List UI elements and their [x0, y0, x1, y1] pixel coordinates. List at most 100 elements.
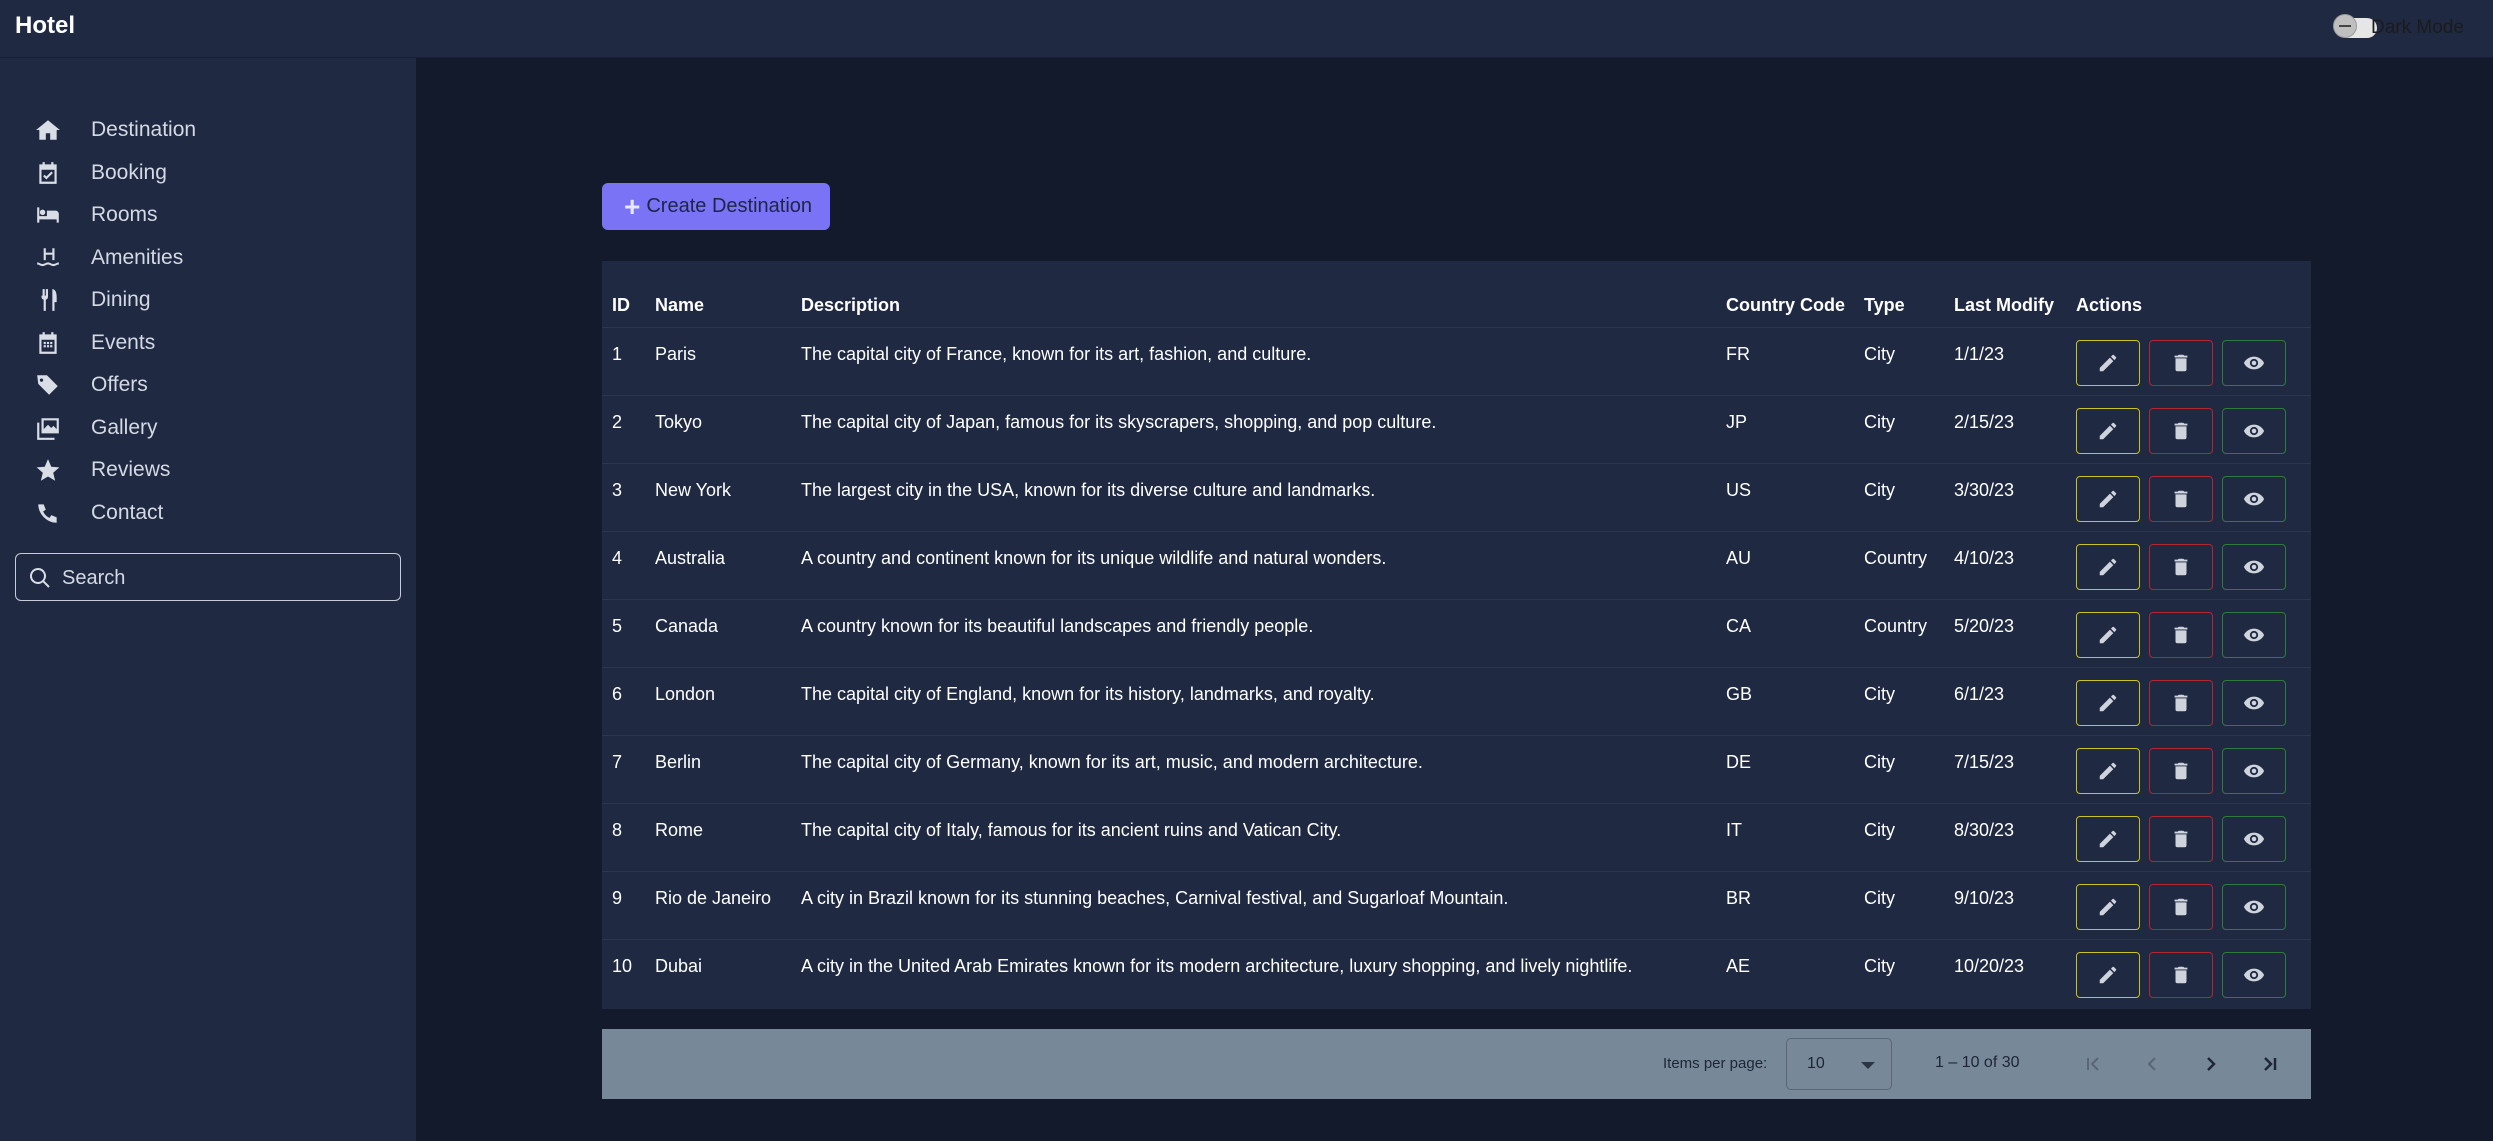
toggle-knob[interactable] — [2333, 14, 2357, 38]
sidebar-item-booking[interactable]: Booking — [0, 152, 416, 194]
cell-country-code: FR — [1726, 344, 1750, 364]
edit-button[interactable] — [2076, 340, 2140, 386]
page-range-label: 1 – 10 of 30 — [1935, 1054, 2020, 1071]
bed-icon — [34, 201, 62, 229]
sidebar-item-amenities[interactable]: Amenities — [0, 237, 416, 279]
cell-id: 1 — [612, 344, 623, 364]
table-row: 7 Berlin The capital city of Germany, know… — [602, 735, 2311, 803]
search-input[interactable] — [62, 564, 382, 592]
next-page-button[interactable] — [2191, 1044, 2231, 1084]
edit-button[interactable] — [2076, 884, 2140, 930]
sidebar-item-offers[interactable]: Offers — [0, 364, 416, 406]
column-header-id: ID — [612, 295, 630, 315]
view-button[interactable] — [2222, 408, 2286, 454]
home-icon — [34, 116, 62, 144]
edit-button[interactable] — [2076, 748, 2140, 794]
dark-mode-label: Dark Mode — [2371, 17, 2464, 38]
cell-type: Country — [1864, 548, 1928, 568]
sidebar: Destination Booking Rooms Amenities Dini… — [0, 58, 416, 1141]
eye-icon — [2243, 628, 2265, 642]
cell-name: Rio de Janeiro — [655, 888, 772, 908]
cell-last-modify: 7/15/23 — [1954, 752, 2015, 772]
view-button[interactable] — [2222, 952, 2286, 998]
cell-name: Dubai — [655, 956, 703, 976]
delete-button[interactable] — [2149, 748, 2213, 794]
edit-button[interactable] — [2076, 816, 2140, 862]
cell-country-code: US — [1726, 480, 1752, 500]
previous-page-button[interactable] — [2132, 1044, 2172, 1084]
delete-button[interactable] — [2149, 680, 2213, 726]
delete-button[interactable] — [2149, 408, 2213, 454]
eye-icon — [2243, 968, 2265, 982]
cell-type: Country — [1864, 616, 1928, 636]
table-row: 2 Tokyo The capital city of Japan, famous … — [602, 395, 2311, 463]
trash-icon — [2174, 490, 2188, 508]
view-button[interactable] — [2222, 748, 2286, 794]
view-button[interactable] — [2222, 544, 2286, 590]
edit-button[interactable] — [2076, 952, 2140, 998]
sidebar-item-reviews[interactable]: Reviews — [0, 449, 416, 491]
view-button[interactable] — [2222, 476, 2286, 522]
paginator: Items per page: 10 1 – 10 of 30 — [602, 1029, 2311, 1099]
first-page-button[interactable] — [2073, 1044, 2113, 1084]
cell-last-modify: 4/10/23 — [1954, 548, 2015, 568]
edit-button[interactable] — [2076, 680, 2140, 726]
cell-last-modify: 2/15/23 — [1954, 412, 2015, 432]
eye-icon — [2243, 832, 2265, 846]
view-button[interactable] — [2222, 884, 2286, 930]
sidebar-item-events[interactable]: Events — [0, 322, 416, 364]
sidebar-item-contact[interactable]: Contact — [0, 492, 416, 534]
edit-button[interactable] — [2076, 612, 2140, 658]
search-box[interactable] — [15, 553, 401, 601]
cell-id: 7 — [612, 752, 623, 772]
cell-description: The capital city of France, known for it… — [801, 344, 1312, 364]
delete-button[interactable] — [2149, 816, 2213, 862]
cell-name: Paris — [655, 344, 697, 364]
top-bar: Hotel Dark Mode — [0, 0, 2493, 58]
delete-button[interactable] — [2149, 952, 2213, 998]
trash-icon — [2174, 762, 2188, 780]
items-per-page-select[interactable]: 10 — [1786, 1038, 1892, 1090]
eye-icon — [2243, 356, 2265, 370]
destinations-table: ID Name Description Country Code Type La… — [602, 261, 2311, 1009]
delete-button[interactable] — [2149, 476, 2213, 522]
delete-button[interactable] — [2149, 884, 2213, 930]
delete-button[interactable] — [2149, 544, 2213, 590]
cell-country-code: JP — [1726, 412, 1748, 432]
cell-id: 4 — [612, 548, 623, 568]
items-per-page-label: Items per page: — [1663, 1055, 1768, 1072]
sidebar-item-destination[interactable]: Destination — [0, 109, 416, 151]
cell-last-modify: 10/20/23 — [1954, 956, 2025, 976]
cell-description: A city in the United Arab Emirates known… — [801, 956, 1633, 976]
delete-button[interactable] — [2149, 612, 2213, 658]
sidebar-item-rooms[interactable]: Rooms — [0, 194, 416, 236]
cell-id: 8 — [612, 820, 623, 840]
app-title: Hotel — [15, 12, 75, 39]
pencil-icon — [2099, 422, 2117, 440]
eye-icon — [2243, 696, 2265, 710]
edit-button[interactable] — [2076, 476, 2140, 522]
cell-last-modify: 6/1/23 — [1954, 684, 2005, 704]
last-page-button[interactable] — [2250, 1044, 2290, 1084]
create-destination-button[interactable]: + Create Destination — [602, 183, 830, 230]
cell-type: City — [1864, 752, 1895, 772]
edit-button[interactable] — [2076, 544, 2140, 590]
cell-id: 10 — [612, 956, 633, 976]
sidebar-item-dining[interactable]: Dining — [0, 279, 416, 321]
view-button[interactable] — [2222, 340, 2286, 386]
delete-button[interactable] — [2149, 340, 2213, 386]
pencil-icon — [2099, 490, 2117, 508]
cell-country-code: IT — [1726, 820, 1742, 840]
column-header-type: Type — [1864, 295, 1905, 315]
sidebar-item-gallery[interactable]: Gallery — [0, 407, 416, 449]
eye-icon — [2243, 560, 2265, 574]
tags-icon — [34, 371, 62, 399]
dark-mode-toggle[interactable]: Dark Mode — [2333, 14, 2493, 42]
view-button[interactable] — [2222, 612, 2286, 658]
calendar-icon — [34, 329, 62, 357]
eye-icon — [2243, 424, 2265, 438]
view-button[interactable] — [2222, 816, 2286, 862]
cell-country-code: AU — [1726, 548, 1752, 568]
edit-button[interactable] — [2076, 408, 2140, 454]
view-button[interactable] — [2222, 680, 2286, 726]
